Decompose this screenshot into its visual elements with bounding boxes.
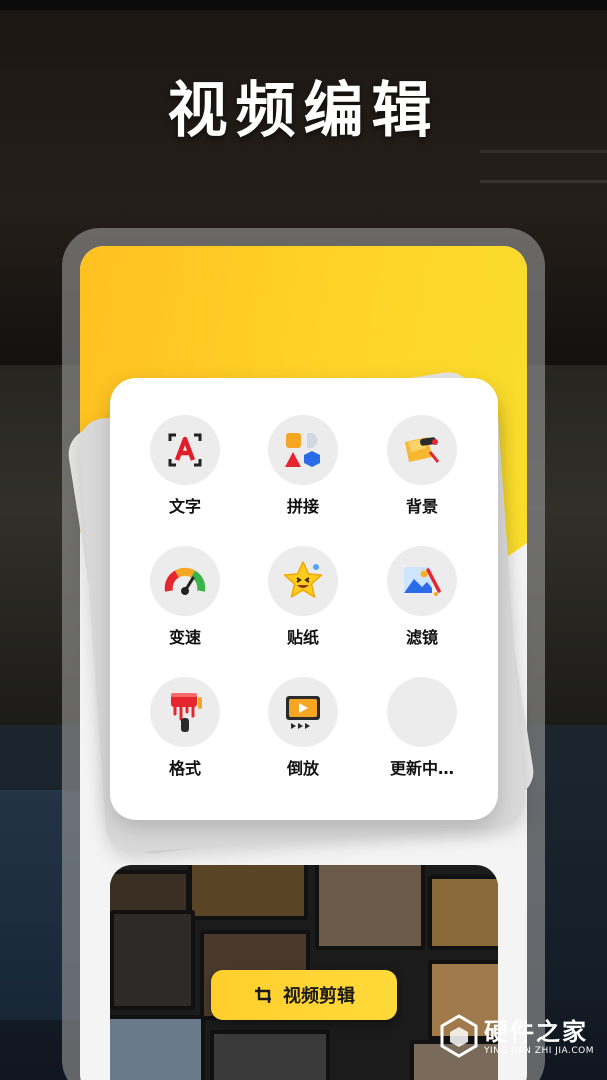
- crop-icon: [255, 987, 271, 1003]
- tool-label: 贴纸: [286, 628, 319, 647]
- watermark-logo-icon: [440, 1014, 478, 1058]
- tool-text[interactable]: 文字: [125, 415, 245, 517]
- tool-icon-circle: [150, 677, 220, 747]
- paint-roller-icon: [405, 437, 440, 463]
- tool-label: 拼接: [286, 497, 319, 516]
- tool-icon-circle: [387, 546, 457, 616]
- paint-brush-icon: [171, 693, 202, 732]
- watermark-url: YING JIAN ZHI JIA.COM: [484, 1046, 595, 1056]
- preview-thumbnail: [188, 865, 308, 920]
- tool-icon-circle: [268, 546, 338, 616]
- tool-background[interactable]: 背景: [362, 415, 482, 517]
- tool-splice[interactable]: 拼接: [243, 415, 363, 517]
- tool-icon-circle: [268, 415, 338, 485]
- preview-thumbnail: [315, 865, 425, 950]
- tool-coming-soon: 更新中…: [362, 677, 482, 779]
- tool-label: 变速: [168, 628, 201, 647]
- star-sticker-icon: [283, 561, 323, 598]
- tool-format[interactable]: 格式: [125, 677, 245, 779]
- tool-label: 更新中…: [389, 759, 454, 778]
- reverse-play-icon: [286, 696, 320, 729]
- speedometer-icon: [164, 567, 206, 595]
- tool-label: 倒放: [286, 759, 319, 778]
- tool-filter[interactable]: 滤镜: [362, 546, 482, 648]
- shapes-icon: [285, 433, 320, 467]
- preview-thumbnail: [110, 910, 195, 1010]
- page-title: 视频编辑: [167, 76, 440, 146]
- tool-label: 文字: [168, 497, 201, 516]
- tool-reverse[interactable]: 倒放: [243, 677, 363, 779]
- status-bar: [0, 0, 607, 10]
- tool-icon-circle-empty: [387, 677, 457, 747]
- video-edit-button[interactable]: 视频剪辑: [211, 970, 397, 1020]
- watermark: 硬件之家 YING JIAN ZHI JIA.COM: [440, 1010, 600, 1070]
- tool-icon-circle: [268, 677, 338, 747]
- tool-sticker[interactable]: 贴纸: [243, 546, 363, 648]
- tool-icon-circle: [150, 415, 220, 485]
- preview-thumbnail: [110, 1015, 205, 1080]
- text-icon: [168, 433, 202, 467]
- preview-thumbnail: [210, 1030, 330, 1080]
- tool-icon-circle: [150, 546, 220, 616]
- tool-speed[interactable]: 变速: [125, 546, 245, 648]
- watermark-name: 硬件之家: [484, 1018, 588, 1046]
- tool-label: 格式: [168, 759, 201, 778]
- preview-thumbnail: [428, 875, 498, 950]
- tool-label: 滤镜: [405, 628, 438, 647]
- image-filter-icon: [404, 567, 441, 596]
- tool-icon-circle: [387, 415, 457, 485]
- tool-label: 背景: [405, 497, 438, 516]
- video-edit-button-label: 视频剪辑: [283, 986, 355, 1007]
